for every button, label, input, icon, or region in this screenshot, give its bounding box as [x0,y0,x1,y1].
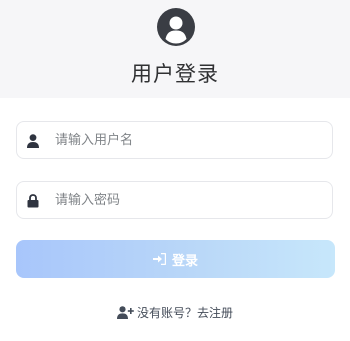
register-link[interactable]: 没有账号？去注册 [0,304,350,321]
lock-icon [27,194,39,208]
page-title: 用户登录 [131,62,219,86]
header: 用户登录 [0,0,350,98]
password-input[interactable] [55,182,325,218]
user-icon [27,134,39,148]
sign-in-icon [152,253,166,265]
username-field[interactable] [16,121,333,159]
user-circle-icon [157,8,195,46]
login-button-label: 登录 [171,253,198,269]
register-link-text: 没有账号？去注册 [136,306,233,320]
user-plus-icon [116,306,134,319]
username-input[interactable] [55,122,325,158]
login-button[interactable]: 登录 [16,240,335,278]
password-field[interactable] [16,181,333,219]
